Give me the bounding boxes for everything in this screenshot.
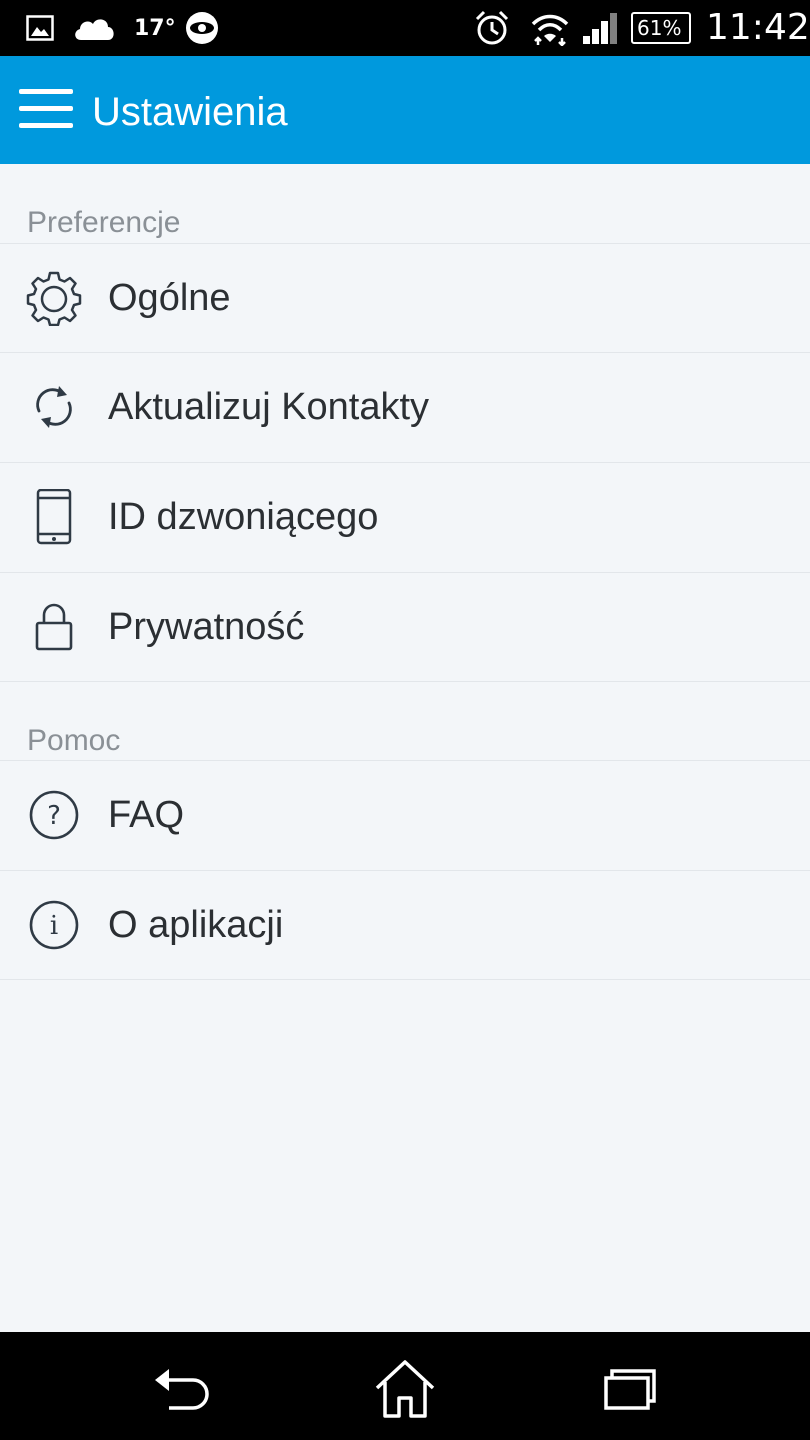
wifi-icon bbox=[531, 14, 569, 46]
svg-text:i: i bbox=[50, 911, 58, 941]
temperature: 17° bbox=[134, 16, 176, 41]
page-title: Ustawienia bbox=[92, 90, 288, 134]
settings-item-privacy[interactable]: Prywatność bbox=[0, 573, 810, 682]
settings-item-label: FAQ bbox=[108, 794, 185, 836]
phone-icon bbox=[36, 489, 72, 545]
signal-icon bbox=[583, 13, 617, 44]
svg-text:?: ? bbox=[47, 801, 61, 831]
settings-item-general[interactable]: Ogólne bbox=[0, 244, 810, 353]
settings-item-label: O aplikacji bbox=[108, 904, 284, 946]
alarm-icon bbox=[475, 10, 509, 45]
cloud-icon bbox=[75, 19, 114, 40]
hamburger-icon[interactable] bbox=[19, 89, 73, 131]
app-bar: Ustawienia bbox=[0, 56, 810, 164]
settings-item-about[interactable]: i O aplikacji bbox=[0, 871, 810, 980]
settings-item-label: Aktualizuj Kontakty bbox=[108, 386, 430, 428]
back-icon[interactable] bbox=[141, 1356, 221, 1422]
clock: 11:42 bbox=[706, 7, 810, 48]
recents-icon[interactable] bbox=[590, 1356, 670, 1422]
settings-item-label: Ogólne bbox=[108, 277, 231, 319]
settings-item-label: ID dzwoniącego bbox=[108, 496, 379, 538]
settings-item-faq[interactable]: ? FAQ bbox=[0, 761, 810, 870]
home-icon[interactable] bbox=[365, 1356, 445, 1422]
status-bar: 17° 61% 11:42 bbox=[0, 0, 810, 56]
eye-icon bbox=[186, 12, 218, 44]
info-icon: i bbox=[29, 900, 79, 950]
section-header-preferences: Preferencje bbox=[27, 206, 181, 239]
divider bbox=[0, 681, 810, 682]
battery-level: 61% bbox=[637, 16, 682, 40]
settings-item-label: Prywatność bbox=[108, 606, 305, 648]
section-header-help: Pomoc bbox=[27, 724, 121, 757]
question-icon: ? bbox=[29, 790, 79, 840]
navigation-bar bbox=[0, 1332, 810, 1440]
gallery-icon bbox=[26, 15, 54, 41]
divider bbox=[0, 979, 810, 980]
settings-item-update-contacts[interactable]: Aktualizuj Kontakty bbox=[0, 353, 810, 462]
sync-icon bbox=[36, 386, 72, 428]
lock-icon bbox=[35, 603, 73, 651]
battery-icon: 61% bbox=[631, 12, 691, 44]
gear-icon bbox=[26, 271, 82, 326]
settings-item-caller-id[interactable]: ID dzwoniącego bbox=[0, 463, 810, 572]
